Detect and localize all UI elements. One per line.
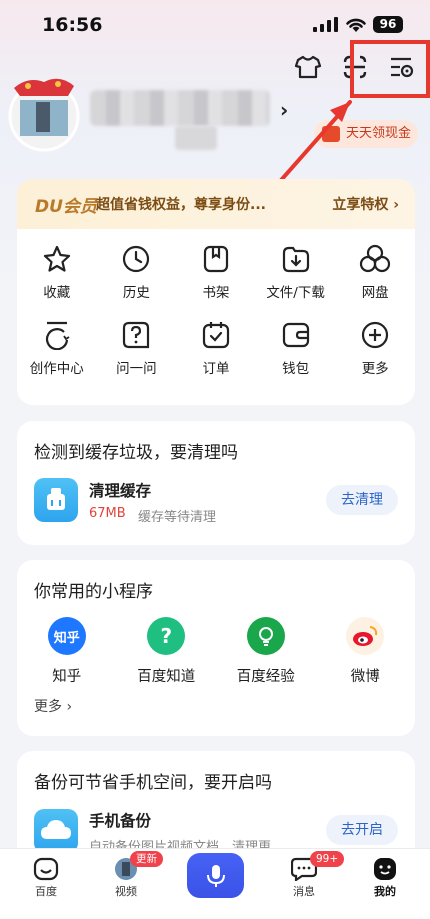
- mini-program-baidu-zhidao[interactable]: ? 百度知道: [117, 617, 217, 686]
- shortcut-label: 网盘: [361, 285, 389, 301]
- tab-label: 视频: [115, 885, 137, 898]
- shortcut-netdisk[interactable]: 网盘: [335, 243, 415, 301]
- backup-card-title: 备份可节省手机空间，要开启吗: [34, 773, 272, 793]
- user-id-blurred: [175, 126, 217, 150]
- signal-icon: [313, 17, 338, 32]
- tab-mine[interactable]: 我的: [355, 857, 415, 899]
- cloud-disk-icon: [359, 243, 391, 275]
- backup-item-title: 手机备份: [89, 812, 152, 830]
- highlight-annotation-box: [350, 40, 430, 98]
- status-time: 16:56: [42, 14, 103, 36]
- clock-icon: [120, 243, 152, 275]
- shortcut-orders[interactable]: 订单: [176, 319, 256, 377]
- shortcut-label: 书架: [202, 285, 230, 301]
- tab-label: 我的: [374, 885, 396, 898]
- shortcut-history[interactable]: 历史: [97, 243, 177, 301]
- cache-size: 67MB: [89, 506, 126, 521]
- shortcut-more[interactable]: 更多: [335, 319, 415, 377]
- shortcut-creator-center[interactable]: 创作中心: [17, 319, 97, 377]
- microphone-icon: [206, 864, 225, 887]
- shortcut-label: 钱包: [282, 361, 310, 377]
- voice-search-button[interactable]: [187, 853, 244, 898]
- create-icon: [41, 319, 73, 351]
- battery-indicator: 96: [373, 16, 403, 33]
- star-icon: [41, 243, 73, 275]
- shortcut-wallet[interactable]: 钱包: [256, 319, 336, 377]
- mini-program-label: 百度知道: [137, 669, 196, 685]
- shortcut-label: 问一问: [116, 361, 157, 377]
- gift-icon: [322, 126, 340, 142]
- avatar[interactable]: [8, 72, 80, 152]
- weibo-icon: [346, 617, 385, 655]
- mini-program-weibo[interactable]: 微博: [316, 617, 416, 686]
- shortcut-label: 创作中心: [29, 361, 84, 377]
- shortcut-files-downloads[interactable]: 文件/下载: [256, 243, 336, 301]
- shortcut-ask[interactable]: 问一问: [97, 319, 177, 377]
- mini-programs-card: 你常用的小程序 知乎 知乎 ? 百度知道 百度经验 微博 更多 ›: [17, 560, 415, 736]
- video-update-badge: 更新: [130, 851, 163, 867]
- shortcut-label: 更多: [361, 361, 389, 377]
- enable-backup-button[interactable]: 去开启: [326, 815, 398, 845]
- username-blurred[interactable]: [90, 90, 270, 126]
- baidu-zhidao-icon: ?: [147, 617, 186, 655]
- shortcut-bookshelf[interactable]: 书架: [176, 243, 256, 301]
- cache-clean-card: 检测到缓存垃圾，要清理吗 清理缓存 67MB 缓存等待清理 去清理: [17, 421, 415, 545]
- mini-programs-more-link[interactable]: 更多 ›: [34, 696, 72, 716]
- cash-badge-label: 天天领现金: [346, 126, 412, 141]
- mini-program-label: 百度经验: [236, 669, 295, 685]
- mini-program-label: 知乎: [52, 669, 82, 685]
- shortcut-favorites[interactable]: 收藏: [17, 243, 97, 301]
- mini-program-label: 微博: [350, 669, 380, 685]
- shortcut-grid: 收藏 历史 书架 文件/下载 网盘 创作中心 问一问 订单 钱包 更多: [17, 243, 415, 377]
- lightbulb-icon: [246, 617, 285, 655]
- order-icon: [200, 319, 232, 351]
- zhihu-icon: 知乎: [47, 617, 86, 655]
- broom-icon: [34, 478, 78, 522]
- wallet-icon: [280, 319, 312, 351]
- mine-face-icon: [374, 858, 396, 880]
- cache-subtitle: 缓存等待清理: [138, 510, 217, 525]
- vip-logo: DU会员: [35, 197, 97, 217]
- cloud-icon: [34, 809, 78, 853]
- cache-item-title: 清理缓存: [89, 482, 152, 500]
- shortcut-grid-card: 收藏 历史 书架 文件/下载 网盘 创作中心 问一问 订单 钱包 更多: [17, 229, 415, 405]
- vip-banner[interactable]: DU会员 超值省钱权益，尊享身份... 立享特权 ›: [17, 179, 415, 229]
- wifi-icon: [346, 18, 366, 32]
- question-icon: [120, 319, 152, 351]
- skin-shirt-icon[interactable]: [293, 52, 323, 82]
- mini-program-zhihu[interactable]: 知乎 知乎: [17, 617, 117, 686]
- tab-baidu[interactable]: 百度: [16, 857, 76, 899]
- clean-button[interactable]: 去清理: [326, 485, 398, 515]
- mini-programs-title: 你常用的小程序: [34, 582, 153, 602]
- baidu-home-icon: [33, 857, 59, 881]
- shortcut-label: 订单: [202, 361, 230, 377]
- vip-description: 超值省钱权益，尊享身份...: [96, 197, 266, 213]
- tab-label: 消息: [293, 885, 315, 898]
- message-count-badge: 99+: [310, 851, 345, 867]
- shortcut-label: 历史: [122, 285, 150, 301]
- cache-card-title: 检测到缓存垃圾，要清理吗: [34, 443, 238, 463]
- download-icon: [280, 243, 312, 275]
- plus-icon: [359, 319, 391, 351]
- backup-card: 备份可节省手机空间，要开启吗 手机备份 自动备份图片视频文档，清理更... 去开…: [17, 751, 415, 861]
- bookmark-icon: [200, 243, 232, 275]
- chevron-right-icon[interactable]: ›: [280, 98, 288, 122]
- cash-reward-badge[interactable]: 天天领现金: [314, 120, 418, 148]
- tab-label: 百度: [35, 885, 57, 898]
- shortcut-label: 收藏: [43, 285, 71, 301]
- mini-programs-row: 知乎 知乎 ? 百度知道 百度经验 微博: [17, 617, 415, 686]
- mini-program-baidu-jingyan[interactable]: 百度经验: [216, 617, 316, 686]
- vip-cta-link[interactable]: 立享特权 ›: [332, 194, 399, 214]
- shortcut-label: 文件/下载: [266, 285, 325, 301]
